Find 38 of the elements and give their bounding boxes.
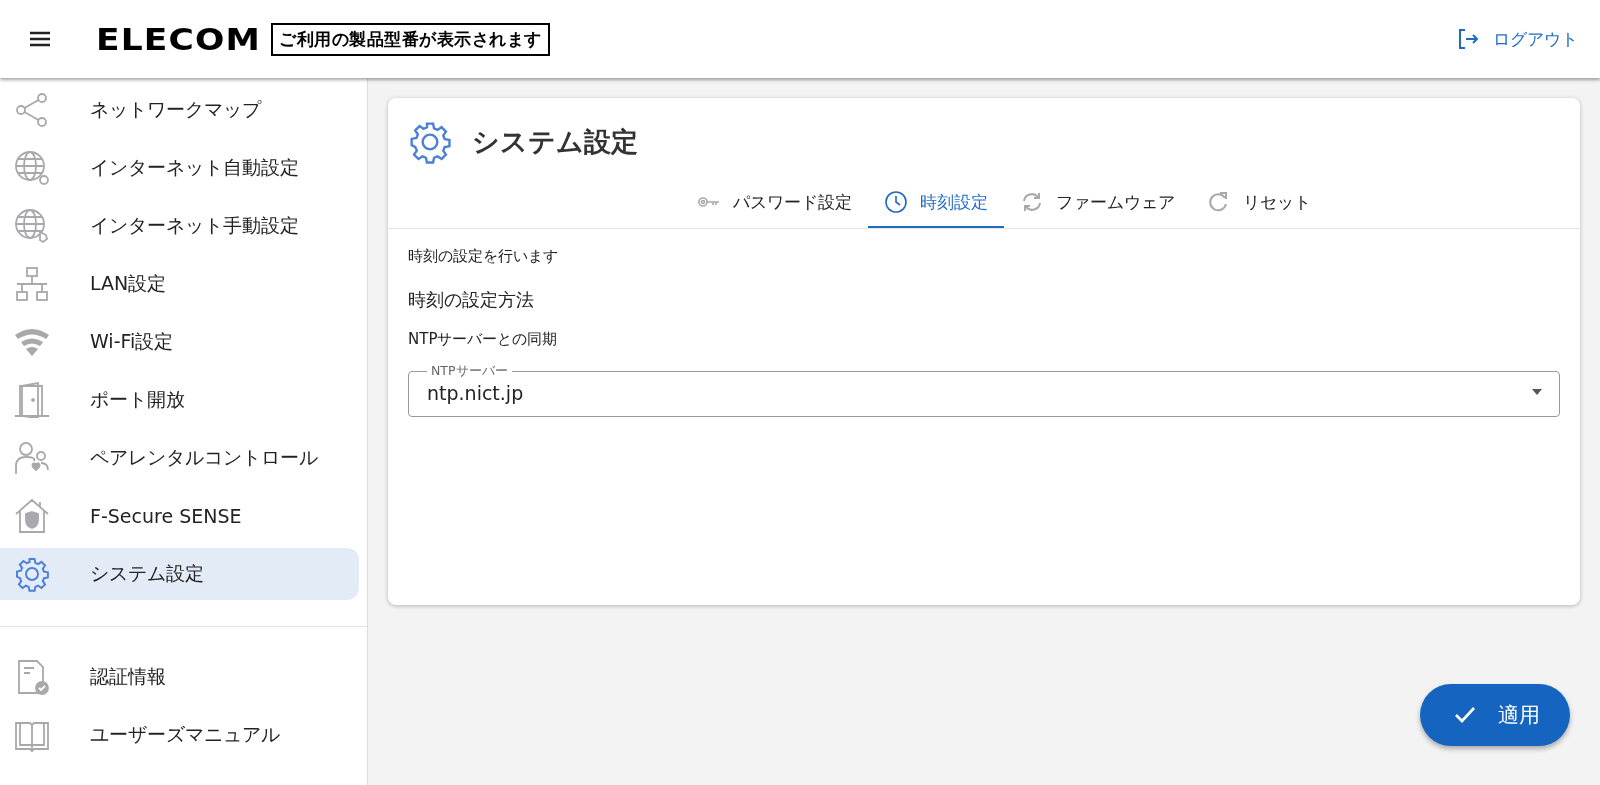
door-icon [14, 382, 50, 418]
tab[interactable]: ファームウェア [1004, 178, 1191, 228]
sync-icon [1020, 190, 1044, 214]
globe-icon [14, 208, 50, 244]
page-title: システム設定 [472, 125, 638, 159]
check-icon [1454, 706, 1476, 724]
subsection-heading: NTPサーバーとの同期 [408, 330, 559, 349]
logout-button[interactable]: ログアウト [1457, 23, 1578, 55]
sidebar-item[interactable]: インターネット手動設定 [0, 200, 359, 252]
section-heading: 時刻の設定方法 [408, 288, 535, 312]
tab[interactable]: パスワード設定 [681, 178, 868, 228]
sidebar-item[interactable]: ユーザーズマニュアル [0, 709, 359, 761]
sidebar-item[interactable]: ネットワークマップ [0, 84, 359, 136]
description-text: 時刻の設定を行います [408, 247, 559, 266]
gear-icon [408, 120, 452, 164]
sidebar-item[interactable]: システム設定 [0, 548, 359, 600]
shield-house-icon [14, 498, 50, 534]
logout-icon [1457, 28, 1479, 50]
share-icon [14, 92, 50, 128]
sidebar-item[interactable]: インターネット自動設定 [0, 142, 359, 194]
tab[interactable]: リセット [1191, 178, 1327, 228]
sidebar-item[interactable]: ペアレンタルコントロール [0, 432, 359, 484]
ntp-server-dropdown[interactable]: NTPサーバー ntp.nict.jp [408, 363, 1560, 417]
sidebar-item[interactable]: 認証情報 [0, 651, 359, 703]
caret-icon [1531, 388, 1543, 396]
clock-icon [884, 190, 908, 214]
model-label: ご利用の製品型番が表示されます [271, 22, 550, 56]
sidebar-item[interactable]: LAN設定 [0, 258, 359, 310]
tab[interactable]: 時刻設定 [868, 178, 1004, 228]
sidebar-item[interactable]: Wi-Fi設定 [0, 316, 359, 368]
globe-icon [14, 150, 50, 186]
apply-button[interactable]: 適用 [1420, 684, 1570, 746]
logo: ELECOM [96, 21, 261, 57]
gear-icon [14, 556, 50, 592]
family-icon [14, 440, 50, 476]
sidebar-item[interactable]: ポート開放 [0, 374, 359, 426]
network-icon [14, 266, 50, 302]
sidebar-item[interactable]: F-Secure SENSE [0, 490, 359, 542]
